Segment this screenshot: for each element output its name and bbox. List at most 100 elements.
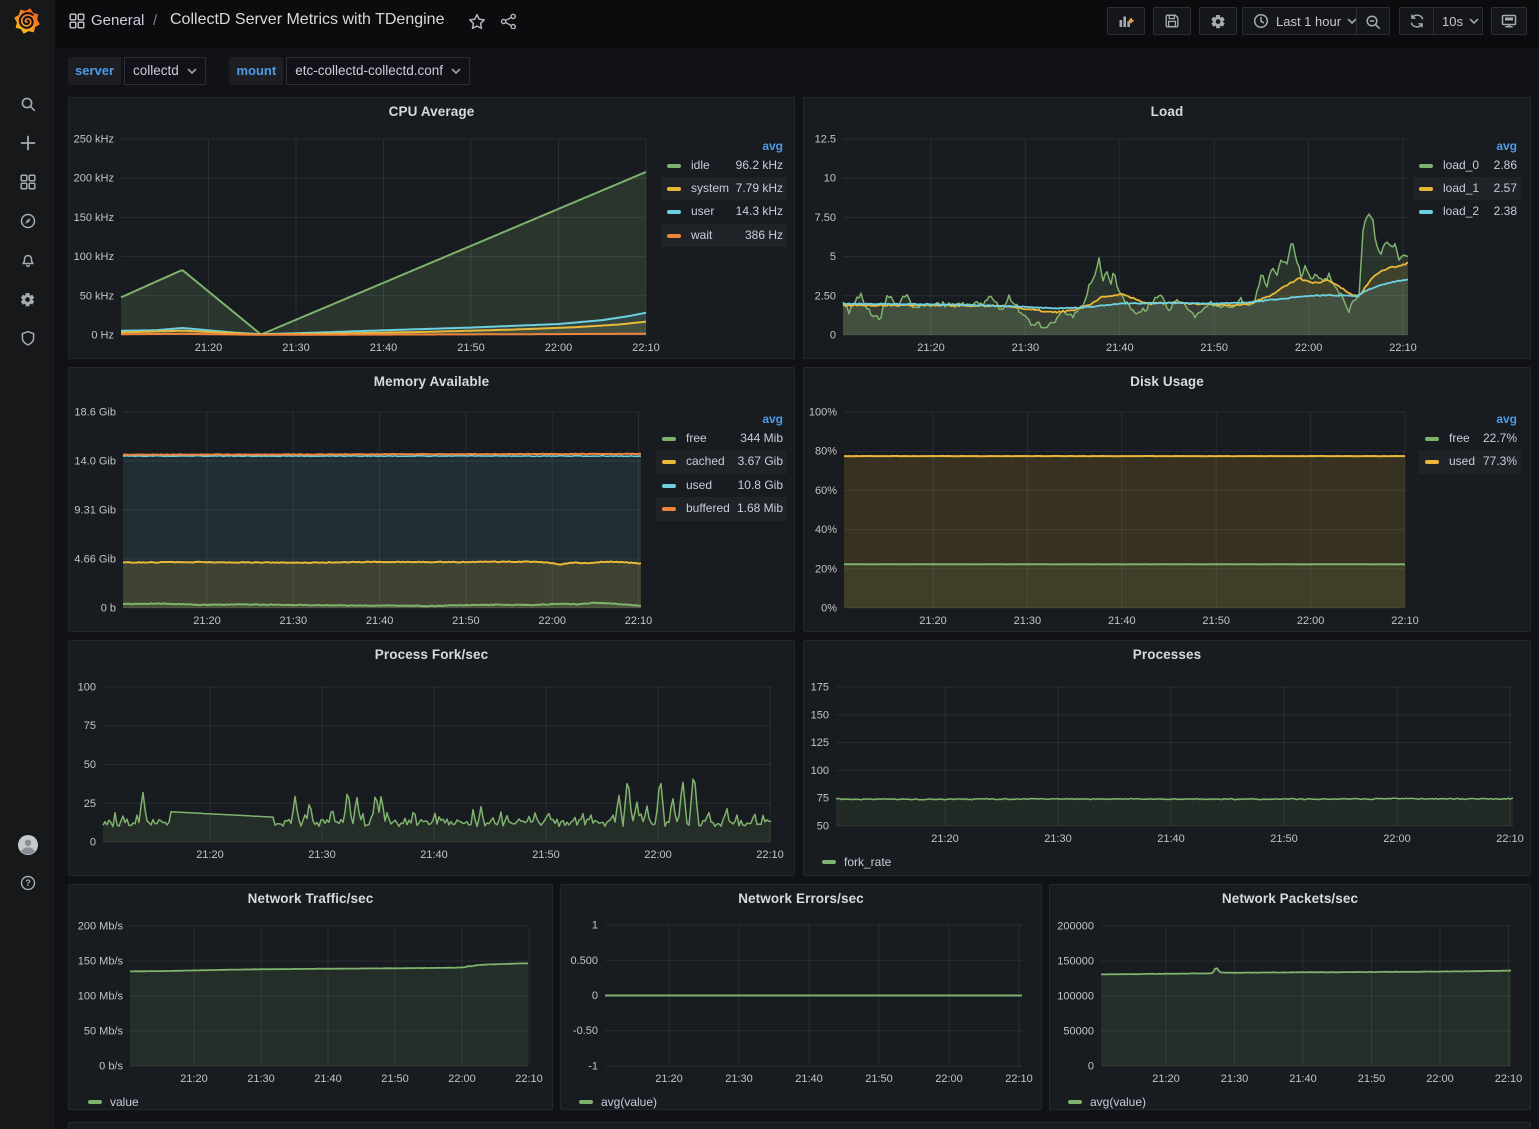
- svg-text:21:20: 21:20: [655, 1073, 683, 1085]
- svg-text:-0.50: -0.50: [573, 1025, 598, 1037]
- svg-text:1: 1: [592, 920, 598, 932]
- svg-text:22:00: 22:00: [1383, 833, 1411, 845]
- svg-text:5: 5: [830, 251, 836, 263]
- svg-text:200000: 200000: [1057, 921, 1094, 933]
- svg-text:150000: 150000: [1057, 956, 1094, 968]
- svg-text:0%: 0%: [821, 603, 837, 615]
- svg-text:21:50: 21:50: [381, 1073, 409, 1085]
- svg-text:21:30: 21:30: [308, 849, 336, 861]
- svg-text:2.50: 2.50: [815, 290, 836, 302]
- svg-text:21:50: 21:50: [865, 1073, 893, 1085]
- svg-text:100 Mb/s: 100 Mb/s: [78, 991, 124, 1003]
- svg-text:21:30: 21:30: [247, 1073, 275, 1085]
- svg-text:21:50: 21:50: [532, 849, 560, 861]
- svg-text:50: 50: [84, 759, 96, 771]
- svg-text:21:40: 21:40: [795, 1073, 823, 1085]
- svg-text:21:30: 21:30: [725, 1073, 753, 1085]
- svg-text:100: 100: [811, 765, 829, 777]
- svg-text:21:50: 21:50: [1358, 1073, 1386, 1085]
- svg-text:22:00: 22:00: [935, 1073, 963, 1085]
- svg-text:7.50: 7.50: [815, 212, 836, 224]
- svg-text:21:50: 21:50: [1200, 342, 1228, 354]
- svg-text:9.31 Gib: 9.31 Gib: [74, 505, 116, 517]
- svg-text:0: 0: [830, 330, 836, 342]
- svg-text:0.500: 0.500: [570, 955, 598, 967]
- svg-text:22:00: 22:00: [545, 342, 573, 354]
- svg-text:0 Hz: 0 Hz: [91, 330, 114, 342]
- svg-text:125: 125: [811, 737, 829, 749]
- svg-text:0 b/s: 0 b/s: [99, 1061, 123, 1073]
- svg-text:200 Mb/s: 200 Mb/s: [78, 921, 124, 933]
- svg-text:0: 0: [90, 837, 96, 849]
- svg-text:21:30: 21:30: [1044, 833, 1072, 845]
- svg-text:75: 75: [817, 793, 829, 805]
- svg-text:21:40: 21:40: [1157, 833, 1185, 845]
- svg-text:200 kHz: 200 kHz: [74, 173, 114, 185]
- svg-text:21:30: 21:30: [1014, 615, 1042, 627]
- svg-text:100: 100: [78, 682, 96, 694]
- svg-text:0: 0: [592, 990, 598, 1002]
- svg-text:22:10: 22:10: [1391, 615, 1419, 627]
- svg-text:250 kHz: 250 kHz: [74, 134, 114, 146]
- svg-text:22:00: 22:00: [644, 849, 672, 861]
- svg-text:80%: 80%: [815, 446, 837, 458]
- svg-text:10: 10: [824, 173, 836, 185]
- svg-text:0 b: 0 b: [101, 603, 116, 615]
- svg-text:150 kHz: 150 kHz: [74, 212, 114, 224]
- svg-text:22:00: 22:00: [1295, 342, 1323, 354]
- svg-text:21:50: 21:50: [1202, 615, 1230, 627]
- svg-text:-1: -1: [588, 1061, 598, 1073]
- svg-text:21:40: 21:40: [1108, 615, 1136, 627]
- svg-text:25: 25: [84, 798, 96, 810]
- svg-text:21:20: 21:20: [180, 1073, 208, 1085]
- svg-text:14.0 Gib: 14.0 Gib: [74, 456, 116, 468]
- svg-text:22:10: 22:10: [515, 1073, 543, 1085]
- svg-text:21:20: 21:20: [195, 342, 223, 354]
- svg-text:18.6 Gib: 18.6 Gib: [74, 407, 116, 419]
- svg-text:0: 0: [1088, 1061, 1094, 1073]
- svg-text:22:10: 22:10: [1389, 342, 1417, 354]
- svg-text:21:40: 21:40: [314, 1073, 342, 1085]
- svg-text:4.66 Gib: 4.66 Gib: [74, 554, 116, 566]
- svg-text:21:50: 21:50: [1270, 833, 1298, 845]
- svg-text:150: 150: [811, 709, 829, 721]
- svg-text:22:00: 22:00: [538, 615, 566, 627]
- svg-text:21:40: 21:40: [1106, 342, 1134, 354]
- svg-text:21:40: 21:40: [366, 615, 394, 627]
- svg-text:21:40: 21:40: [370, 342, 398, 354]
- svg-text:22:10: 22:10: [1496, 833, 1524, 845]
- svg-text:22:00: 22:00: [448, 1073, 476, 1085]
- svg-text:50000: 50000: [1063, 1026, 1094, 1038]
- svg-text:20%: 20%: [815, 563, 837, 575]
- svg-text:12.5: 12.5: [815, 134, 836, 146]
- svg-text:21:40: 21:40: [420, 849, 448, 861]
- svg-text:100%: 100%: [809, 407, 837, 419]
- svg-text:21:30: 21:30: [1221, 1073, 1249, 1085]
- svg-text:75: 75: [84, 720, 96, 732]
- svg-text:21:50: 21:50: [457, 342, 485, 354]
- svg-text:175: 175: [811, 682, 829, 694]
- svg-text:50 kHz: 50 kHz: [80, 290, 114, 302]
- svg-text:40%: 40%: [815, 524, 837, 536]
- svg-text:22:10: 22:10: [625, 615, 653, 627]
- svg-text:22:10: 22:10: [1495, 1073, 1523, 1085]
- svg-text:22:00: 22:00: [1297, 615, 1325, 627]
- svg-text:21:50: 21:50: [452, 615, 480, 627]
- svg-text:21:40: 21:40: [1289, 1073, 1317, 1085]
- svg-text:21:20: 21:20: [917, 342, 945, 354]
- svg-text:21:20: 21:20: [193, 615, 221, 627]
- svg-text:21:20: 21:20: [196, 849, 224, 861]
- svg-text:50: 50: [817, 821, 829, 833]
- svg-text:22:10: 22:10: [632, 342, 660, 354]
- svg-text:21:20: 21:20: [931, 833, 959, 845]
- svg-text:21:30: 21:30: [282, 342, 310, 354]
- svg-text:100000: 100000: [1057, 991, 1094, 1003]
- svg-text:22:00: 22:00: [1426, 1073, 1454, 1085]
- svg-text:150 Mb/s: 150 Mb/s: [78, 956, 124, 968]
- svg-text:22:10: 22:10: [1005, 1073, 1033, 1085]
- svg-text:21:30: 21:30: [1012, 342, 1040, 354]
- svg-text:?: ?: [25, 878, 31, 888]
- svg-text:21:20: 21:20: [1152, 1073, 1180, 1085]
- svg-text:100 kHz: 100 kHz: [74, 251, 114, 263]
- svg-text:21:30: 21:30: [280, 615, 308, 627]
